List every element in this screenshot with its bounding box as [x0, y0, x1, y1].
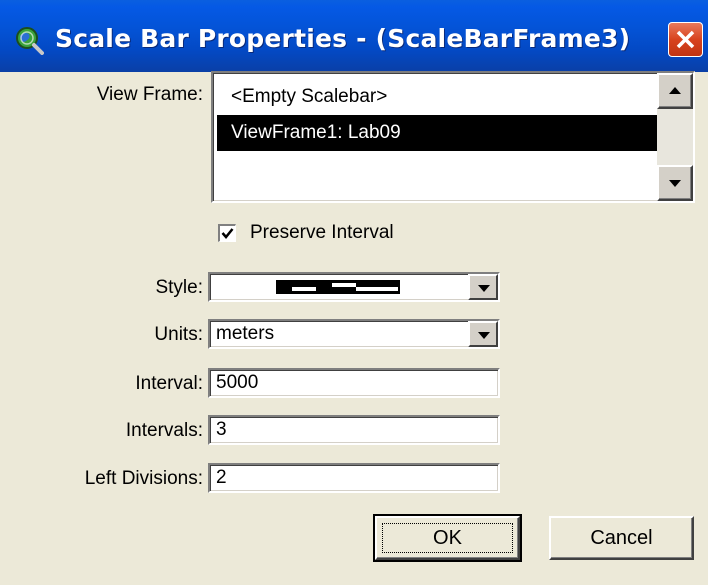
view-frame-listbox[interactable]: <Empty Scalebar> ViewFrame1: Lab09	[211, 71, 695, 203]
ok-button[interactable]: OK	[373, 514, 522, 562]
focus-rect	[382, 523, 513, 553]
interval-value: 5000	[216, 372, 259, 393]
interval-label: Interval:	[135, 373, 203, 394]
close-button[interactable]	[668, 22, 703, 57]
units-dropdown[interactable]: meters	[208, 319, 500, 349]
units-value: meters	[216, 323, 275, 344]
view-frame-label: View Frame:	[96, 84, 203, 105]
scroll-down-button[interactable]	[657, 165, 693, 201]
globe-magnifier-icon	[16, 27, 44, 55]
intervals-input[interactable]: 3	[208, 415, 500, 445]
preserve-interval-checkbox[interactable]	[218, 224, 236, 242]
arrow-down-icon	[669, 180, 681, 187]
preserve-interval-label[interactable]: Preserve Interval	[250, 222, 394, 244]
window-title: Scale Bar Properties - (ScaleBarFrame3)	[55, 24, 631, 53]
close-icon	[676, 30, 695, 49]
left-divisions-value: 2	[216, 467, 227, 488]
units-label: Units:	[154, 324, 203, 345]
intervals-value: 3	[216, 419, 227, 440]
list-scrollbar[interactable]	[657, 73, 693, 201]
checkmark-icon	[221, 228, 234, 239]
scale-bar-pattern-icon	[276, 280, 400, 294]
list-item-selected[interactable]: ViewFrame1: Lab09	[217, 115, 661, 151]
style-dropdown-button[interactable]	[468, 274, 498, 300]
interval-input[interactable]: 5000	[208, 368, 500, 398]
chevron-down-icon	[478, 332, 490, 339]
scroll-up-button[interactable]	[657, 73, 693, 109]
intervals-label: Intervals:	[125, 420, 203, 441]
style-label: Style:	[155, 277, 203, 298]
title-bar: Scale Bar Properties - (ScaleBarFrame3)	[0, 0, 708, 72]
list-item[interactable]: <Empty Scalebar>	[217, 79, 661, 115]
units-dropdown-button[interactable]	[468, 321, 498, 347]
left-divisions-label: Left Divisions:	[84, 468, 203, 489]
left-divisions-input[interactable]: 2	[208, 463, 500, 493]
cancel-button-label: Cancel	[590, 527, 653, 549]
chevron-down-icon	[478, 285, 490, 292]
style-dropdown[interactable]	[208, 272, 500, 302]
arrow-up-icon	[669, 87, 681, 94]
cancel-button[interactable]: Cancel	[549, 516, 694, 560]
